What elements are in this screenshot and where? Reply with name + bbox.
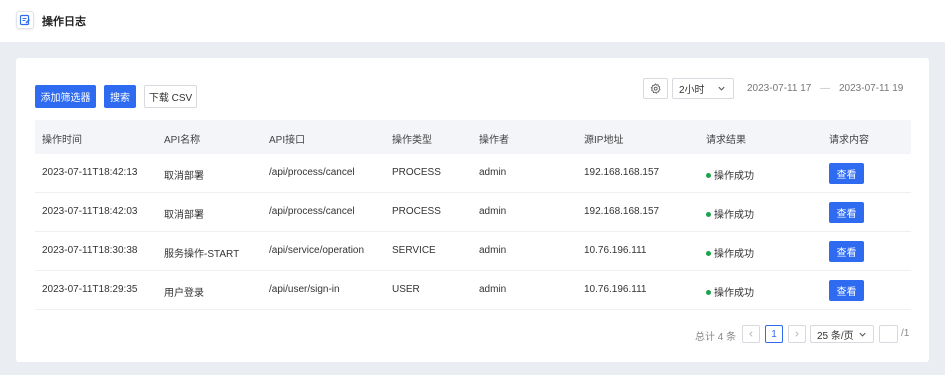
chevron-down-icon: [718, 86, 725, 91]
cell-api-name: 取消部署: [164, 210, 204, 221]
cell-operator: admin: [479, 245, 507, 256]
column-header-source-ip: 源IP地址: [584, 135, 624, 146]
cell-api-endpoint: /api/process/cancel: [269, 167, 355, 178]
cell-api-endpoint: /api/user/sign-in: [269, 284, 340, 295]
cell-api-endpoint: /api/process/cancel: [269, 206, 355, 217]
page-size-value: 25 条/页: [817, 330, 854, 342]
result-text: 操作成功: [714, 288, 754, 299]
cell-time: 2023-07-11T18:30:38: [42, 245, 138, 256]
view-button[interactable]: 查看: [829, 280, 864, 301]
date-start[interactable]: 2023-07-11 17: [747, 83, 811, 94]
pagination-total: 总计 4 条: [695, 332, 737, 343]
cell-time: 2023-07-11T18:42:03: [42, 206, 138, 217]
add-filter-button[interactable]: 添加筛选器: [35, 85, 96, 108]
download-csv-button[interactable]: 下载 CSV: [144, 85, 197, 108]
page-number-button[interactable]: 1: [765, 325, 783, 343]
table-row: 2023-07-11T18:42:13 取消部署 /api/process/ca…: [35, 154, 911, 193]
cell-result: 操作成功: [706, 245, 754, 260]
log-table: 操作时间 API名称 API接口 操作类型 操作者 源IP地址 请求结果 请求内…: [35, 120, 911, 310]
page-header: 操作日志: [0, 0, 945, 42]
cell-type: PROCESS: [392, 167, 441, 178]
table-row: 2023-07-11T18:30:38 服务操作-START /api/serv…: [35, 232, 911, 271]
column-header-api-name: API名称: [164, 135, 201, 146]
result-text: 操作成功: [714, 171, 754, 182]
date-end[interactable]: 2023-07-11 19: [839, 83, 903, 94]
view-button[interactable]: 查看: [829, 241, 864, 262]
column-header-time: 操作时间: [42, 135, 82, 146]
edit-log-icon: [16, 11, 34, 29]
cell-source-ip: 192.168.168.157: [584, 167, 660, 178]
time-range-value: 2小时: [679, 85, 705, 96]
cell-time: 2023-07-11T18:42:13: [42, 167, 138, 178]
chevron-left-icon: [749, 331, 753, 337]
page-count: /1: [901, 328, 910, 339]
success-dot-icon: [706, 251, 711, 256]
cell-type: USER: [392, 284, 420, 295]
prev-page-button[interactable]: [742, 325, 760, 343]
chevron-down-icon: [859, 332, 866, 337]
cell-api-endpoint: /api/service/operation: [269, 245, 365, 256]
chevron-right-icon: [795, 331, 799, 337]
column-header-operator: 操作者: [479, 135, 509, 146]
cell-api-name: 取消部署: [164, 171, 204, 182]
cell-operator: admin: [479, 206, 507, 217]
cell-operator: admin: [479, 284, 507, 295]
table-row: 2023-07-11T18:29:35 用户登录 /api/user/sign-…: [35, 271, 911, 310]
success-dot-icon: [706, 173, 711, 178]
column-header-content: 请求内容: [829, 135, 869, 146]
success-dot-icon: [706, 212, 711, 217]
table-header: 操作时间 API名称 API接口 操作类型 操作者 源IP地址 请求结果 请求内…: [35, 120, 911, 154]
cell-type: PROCESS: [392, 206, 441, 217]
cell-source-ip: 10.76.196.111: [584, 284, 647, 295]
settings-button[interactable]: [643, 78, 668, 99]
cell-result: 操作成功: [706, 284, 754, 299]
cell-operator: admin: [479, 167, 507, 178]
next-page-button[interactable]: [788, 325, 806, 343]
view-button[interactable]: 查看: [829, 163, 864, 184]
column-header-result: 请求结果: [706, 135, 746, 146]
result-text: 操作成功: [714, 210, 754, 221]
cell-api-name: 用户登录: [164, 288, 204, 299]
table-row: 2023-07-11T18:42:03 取消部署 /api/process/ca…: [35, 193, 911, 232]
view-button[interactable]: 查看: [829, 202, 864, 223]
cell-time: 2023-07-11T18:29:35: [42, 284, 138, 295]
gear-icon: [650, 83, 661, 94]
search-button[interactable]: 搜索: [104, 85, 136, 108]
page-title: 操作日志: [42, 16, 86, 28]
page-jump-input[interactable]: [879, 325, 898, 343]
time-range-select[interactable]: 2小时: [672, 78, 734, 99]
cell-type: SERVICE: [392, 245, 436, 256]
result-text: 操作成功: [714, 249, 754, 260]
column-header-type: 操作类型: [392, 135, 432, 146]
date-separator: —: [820, 83, 830, 94]
success-dot-icon: [706, 290, 711, 295]
cell-result: 操作成功: [706, 206, 754, 221]
column-header-api-endpoint: API接口: [269, 135, 306, 146]
page-size-select[interactable]: 25 条/页: [810, 325, 874, 343]
cell-source-ip: 192.168.168.157: [584, 206, 660, 217]
cell-result: 操作成功: [706, 167, 754, 182]
cell-api-name: 服务操作-START: [164, 249, 240, 260]
cell-source-ip: 10.76.196.111: [584, 245, 647, 256]
